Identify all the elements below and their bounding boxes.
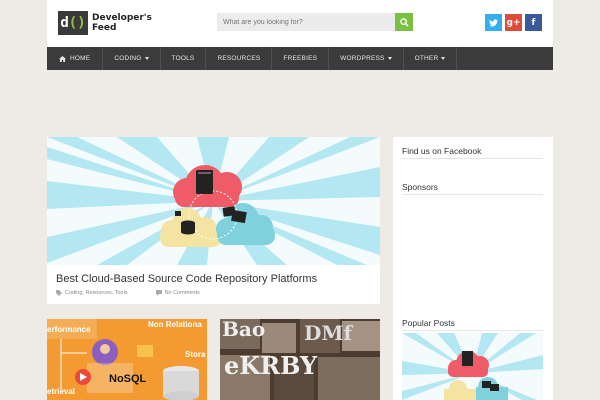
nav-label: RESOURCES [217, 55, 261, 62]
search-input[interactable] [217, 13, 395, 31]
search-icon [399, 17, 409, 27]
post-title[interactable]: Best Cloud-Based Source Code Repository … [56, 273, 317, 285]
nav-label: FREEBIES [283, 55, 318, 62]
nav-label: CODING [114, 55, 142, 62]
divider [402, 330, 543, 331]
thumb-word-performance: erformance [47, 325, 91, 334]
nav-item-resources[interactable]: RESOURCES [206, 47, 273, 70]
facebook-button[interactable]: f [525, 14, 542, 31]
twitter-button[interactable] [485, 14, 502, 31]
search-bar [217, 13, 413, 31]
post-featured-image[interactable] [47, 137, 380, 265]
twitter-icon [489, 18, 498, 27]
nav-item-wordpress[interactable]: WORDPRESS [329, 47, 404, 70]
post-thumbnail-typography[interactable]: Bao DMf eKRBY [220, 319, 380, 400]
chevron-down-icon [441, 57, 446, 60]
home-icon [59, 55, 66, 62]
facebook-widget-title: Find us on Facebook [402, 146, 482, 156]
logo-line1: Developer's [92, 13, 152, 23]
post-thumbnail-nosql[interactable]: erformance Non Relationa Stora etrieval … [47, 319, 207, 400]
tag-icon [56, 290, 62, 296]
post-meta: Coding, Resources, Tools No Comments [56, 290, 200, 296]
nav-label: TOOLS [171, 55, 195, 62]
nav-item-freebies[interactable]: FREEBIES [272, 47, 330, 70]
site-logo[interactable]: d() Developer's Feed [58, 11, 152, 35]
nav-item-home[interactable]: HOME [47, 47, 104, 70]
nav-label: HOME [70, 55, 91, 62]
nav-label: WORDPRESS [340, 55, 385, 62]
nav-item-coding[interactable]: CODING [103, 47, 161, 70]
thumb-word-nosql: NoSQL [109, 373, 147, 385]
logo-letter: d [60, 15, 69, 31]
main-nav: HOME CODING TOOLS RESOURCES FREEBIES WOR… [47, 47, 553, 70]
social-links: g+ f [485, 14, 542, 31]
cloud-illustration [47, 137, 380, 265]
search-button[interactable] [395, 13, 413, 31]
nav-item-tools[interactable]: TOOLS [161, 47, 207, 70]
chevron-down-icon [387, 57, 392, 60]
sidebar: Find us on Facebook Sponsors Popular Pos… [393, 137, 553, 400]
logo-text: Developer's Feed [92, 13, 152, 33]
cloud-illustration [402, 333, 543, 400]
nav-item-other[interactable]: OTHER [404, 47, 458, 70]
featured-post-card: Best Cloud-Based Source Code Repository … [47, 137, 380, 304]
facebook-icon: f [531, 17, 536, 28]
chevron-down-icon [144, 57, 149, 60]
sponsors-widget-title: Sponsors [402, 182, 438, 192]
divider [402, 158, 543, 159]
googleplus-icon: g+ [506, 17, 521, 28]
popular-post-thumbnail[interactable] [402, 333, 543, 400]
post-categories[interactable]: Coding, Resources, Tools [65, 290, 128, 296]
popular-posts-title: Popular Posts [402, 318, 455, 328]
thumb-word-storage: Stora [185, 350, 206, 359]
site-header: d() Developer's Feed g+ f [47, 0, 553, 47]
post-comments[interactable]: No Comments [165, 290, 200, 296]
thumb-word-nonrelational: Non Relationa [148, 320, 202, 329]
comment-icon [155, 290, 162, 296]
logo-line2: Feed [92, 23, 117, 33]
thumb-word-retrieval: etrieval [47, 387, 76, 396]
divider [402, 194, 543, 195]
logo-mark: d() [58, 11, 88, 35]
type-letters-row3: eKRBY [224, 351, 318, 380]
type-letters-row2: DMf [304, 321, 353, 345]
nav-label: OTHER [414, 55, 439, 62]
type-letters-row1: Bao [222, 319, 266, 341]
logo-brackets: () [68, 15, 86, 31]
googleplus-button[interactable]: g+ [505, 14, 522, 31]
